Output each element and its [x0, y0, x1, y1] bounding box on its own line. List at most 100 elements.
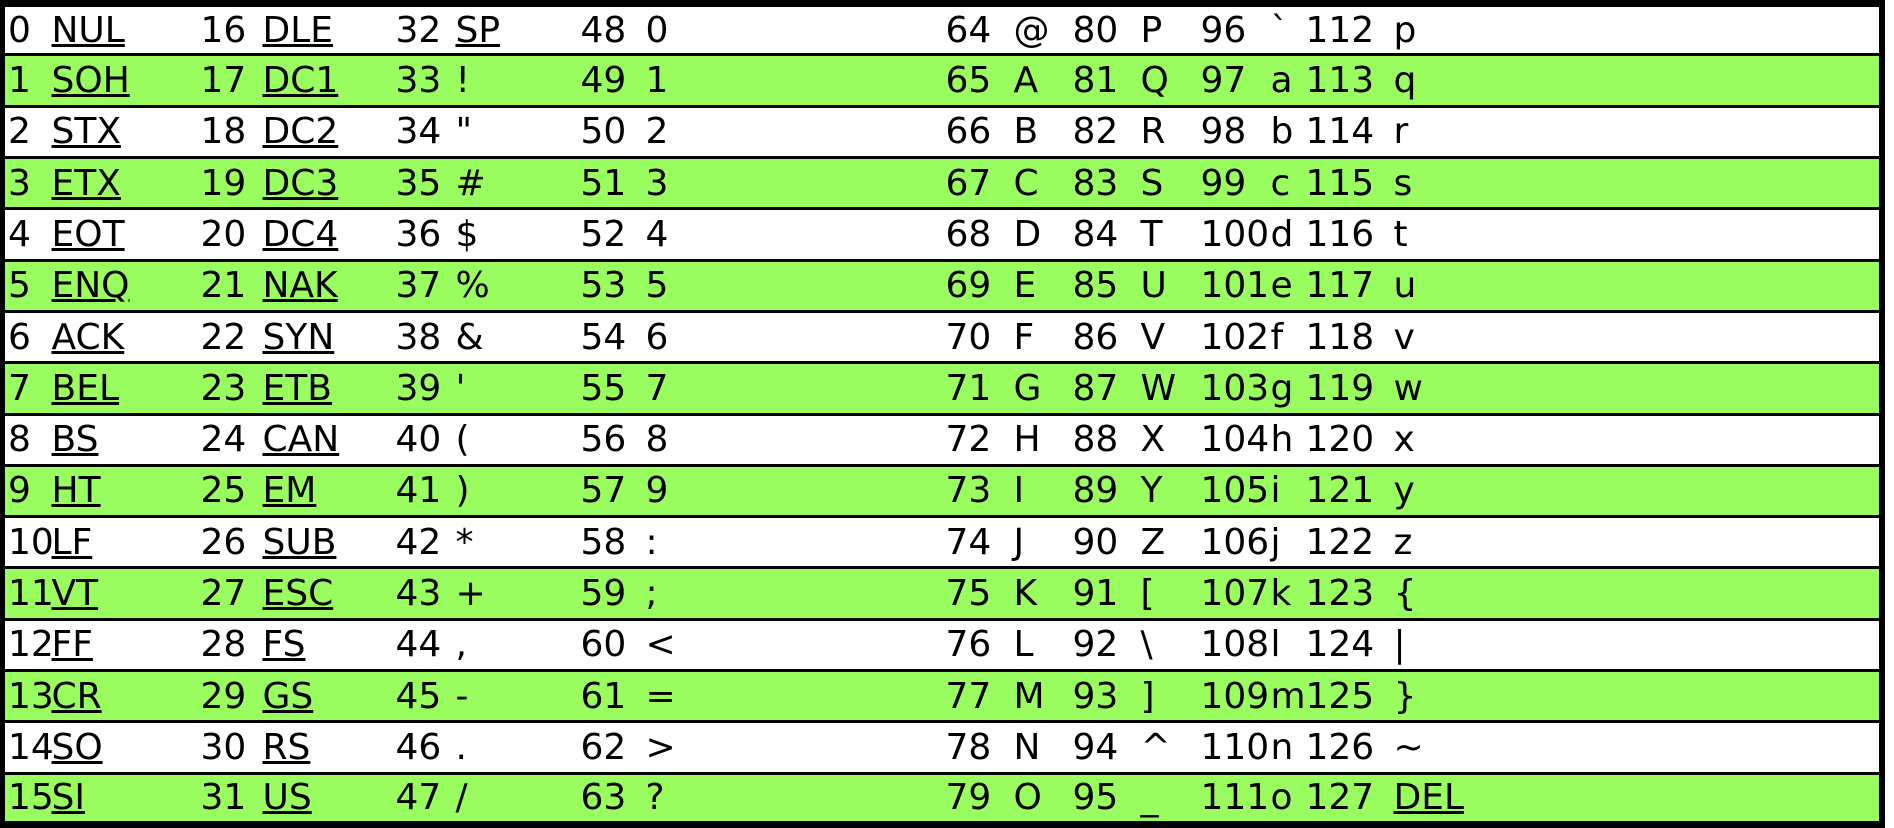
ascii-character-label: &: [455, 316, 484, 358]
ascii-character-cell: M: [1013, 669, 1073, 722]
ascii-character-label: o: [1270, 777, 1293, 819]
ascii-character-label: s: [1393, 162, 1413, 204]
ascii-decimal-cell: 68: [945, 207, 1014, 261]
ascii-decimal-cell: 102: [1200, 309, 1271, 363]
ascii-character-label: y: [1393, 470, 1415, 512]
ascii-decimal-cell: 66: [945, 104, 1014, 158]
ascii-character-cell: J: [1013, 515, 1073, 568]
ascii-character-label: NUL: [51, 9, 125, 51]
ascii-decimal-cell: 43: [395, 566, 456, 620]
ascii-character-label: L: [1013, 624, 1034, 666]
ascii-decimal-cell: 5: [2, 258, 52, 312]
ascii-decimal-cell: 127: [1305, 771, 1394, 825]
ascii-decimal-cell: 48: [580, 9, 627, 51]
ascii-character-label: 6: [645, 316, 669, 358]
ascii-character-label: >: [645, 727, 676, 769]
ascii-character-label: @: [1013, 9, 1050, 51]
ascii-decimal-cell: 30: [200, 720, 263, 774]
ascii-decimal-cell: 44: [395, 617, 456, 671]
ascii-character-label: SI: [51, 777, 85, 819]
ascii-character-cell: \: [1140, 617, 1201, 671]
ascii-decimal-cell: 18: [200, 104, 263, 158]
ascii-character-cell: ENQ: [51, 258, 201, 312]
table-row: 14 SO 30 RS 46. 62 >78 N 94 ^ 110 n 126 ~: [2, 720, 1882, 774]
ascii-character-cell: S: [1140, 155, 1201, 209]
ascii-character-label: ETX: [51, 162, 121, 204]
ascii-decimal-cell: 82: [1072, 104, 1141, 158]
ascii-decimal-cell: 98: [1200, 104, 1271, 158]
ascii-character-cell: g: [1270, 361, 1306, 414]
ascii-character-cell: :: [645, 515, 946, 568]
ascii-character-cell: D: [1013, 207, 1073, 261]
ascii-decimal-cell: 109: [1200, 669, 1271, 722]
ascii-decimal-cell: 27: [200, 566, 263, 620]
ascii-decimal-cell: 123: [1305, 566, 1394, 620]
ascii-decimal-cell: 63: [580, 771, 646, 825]
ascii-character-label: [: [1140, 573, 1155, 615]
ascii-character-label: f: [1270, 316, 1284, 358]
ascii-character-label: CR: [51, 675, 102, 717]
table-row: 3 ETX 19 DC3 35 #51 3 67 C 83 S 99 c 115 s: [2, 155, 1882, 209]
ascii-decimal-cell: 54: [580, 309, 646, 363]
ascii-decimal-cell: 32: [395, 9, 442, 51]
ascii-character-cell: |: [1393, 617, 1882, 671]
ascii-character-cell: EM: [262, 463, 396, 517]
ascii-character-cell: Z: [1140, 515, 1201, 568]
ascii-character-label: ESC: [262, 573, 334, 615]
ascii-decimal-cell: 100: [1200, 207, 1271, 261]
ascii-decimal-cell: 61: [580, 669, 646, 722]
ascii-character-label: *: [455, 521, 474, 563]
ascii-decimal-cell: 93: [1072, 669, 1141, 722]
ascii-character-cell: I: [1013, 463, 1073, 517]
ascii-character-label: i: [1270, 470, 1281, 512]
ascii-character-cell: i: [1270, 463, 1306, 517]
ascii-character-label: 3: [645, 162, 669, 204]
ascii-decimal-cell: 1: [2, 53, 52, 107]
ascii-decimal-cell: 6: [2, 309, 52, 363]
ascii-character-cell: p: [1394, 4, 1882, 55]
ascii-decimal-cell: 57: [580, 463, 646, 517]
ascii-character-cell: R: [1140, 104, 1201, 158]
ascii-character-label: EM: [262, 470, 317, 512]
ascii-decimal-cell: 19: [200, 155, 263, 209]
ascii-character-label: z: [1393, 521, 1413, 563]
ascii-character-cell: CR: [51, 669, 201, 722]
ascii-character-label: CAN: [262, 419, 340, 461]
ascii-decimal-cell: 119: [1305, 361, 1394, 414]
ascii-decimal-cell: 76: [945, 617, 1014, 671]
ascii-character-cell: m: [1270, 669, 1306, 722]
ascii-decimal-cell: 56: [580, 412, 646, 466]
ascii-character-label: (: [455, 419, 470, 461]
ascii-decimal-cell: 108: [1200, 617, 1271, 671]
ascii-decimal-cell: 67: [945, 155, 1014, 209]
ascii-decimal-cell: 37: [395, 258, 456, 312]
ascii-character-label: <: [645, 624, 676, 666]
ascii-character-label: j: [1270, 521, 1281, 563]
ascii-character-label: Y: [1140, 470, 1163, 512]
ascii-decimal-cell: 87: [1072, 361, 1141, 414]
ascii-character-cell: -: [455, 669, 581, 722]
ascii-decimal-cell: 70: [945, 309, 1014, 363]
ascii-character-cell: H: [1013, 412, 1073, 466]
ascii-character-label: U: [1140, 265, 1167, 307]
ascii-decimal-cell: 7: [2, 361, 52, 414]
ascii-decimal-cell: 94: [1072, 720, 1141, 774]
ascii-character-cell: _: [1140, 771, 1201, 825]
ascii-decimal-cell: 81: [1072, 53, 1141, 107]
ascii-decimal-cell: 86: [1072, 309, 1141, 363]
ascii-decimal-cell: 60: [580, 617, 646, 671]
ascii-decimal-cell: 16: [200, 9, 247, 51]
ascii-character-cell: ESC: [262, 566, 396, 620]
table-row: 4 EOT 20 DC4 36 $52 4 68 D 84 T 100 d 116 t: [2, 207, 1882, 261]
ascii-character-label: DC3: [262, 162, 339, 204]
ascii-character-label: q: [1393, 59, 1417, 101]
ascii-character-label: I: [1013, 470, 1025, 512]
table-row: 8 BS 24 CAN 40(56 8 72 H 88 X 104 h 120 x: [2, 412, 1882, 466]
ascii-table-container: 0 NUL 16 DLE 32 SP 48 0 64 @80 P 96 ` 112 p 1 SOH 17 DC1 33…: [0, 0, 1894, 828]
ascii-decimal-cell: 80: [1072, 9, 1119, 51]
ascii-character-cell: y: [1393, 463, 1882, 517]
ascii-decimal-cell: 38: [395, 309, 456, 363]
ascii-character-label: SUB: [262, 521, 337, 563]
ascii-character-label: c: [1270, 162, 1291, 204]
ascii-character-cell: c: [1270, 155, 1306, 209]
